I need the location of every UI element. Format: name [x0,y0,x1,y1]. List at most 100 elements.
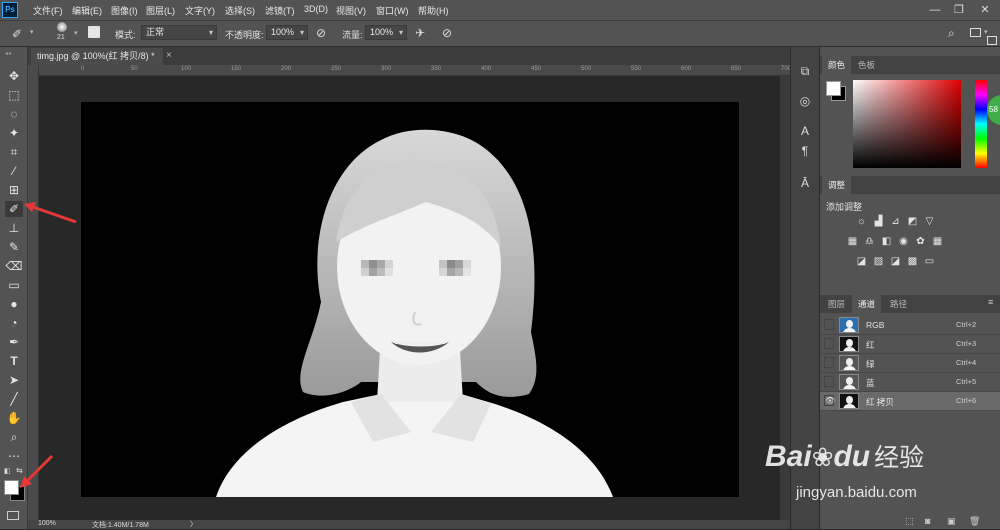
exposure-icon[interactable]: ◩ [907,216,918,227]
restore-button[interactable]: ❐ [948,2,970,18]
menu-image[interactable]: 图像(I) [111,4,138,17]
menu-window[interactable]: 窗口(W) [376,4,409,17]
opacity-pressure-icon[interactable]: ⊘ [316,26,326,40]
menu-layer[interactable]: 图层(L) [146,4,175,17]
threshold-icon[interactable]: ◪ [890,256,901,267]
properties-panel-icon[interactable]: ◎ [797,93,813,109]
toolbar-collapse-icon[interactable]: ◂◂ [5,50,11,57]
share-icon[interactable] [987,36,997,45]
channel-row[interactable]: RGB Ctrl+2 [820,316,1000,335]
marquee-tool-icon[interactable]: ⬚ [5,87,23,103]
blur-tool-icon[interactable]: ● [5,296,23,312]
tab-color[interactable]: 颜色 [822,56,852,74]
levels-icon[interactable]: ▟ [873,216,884,227]
menu-help[interactable]: 帮助(H) [418,4,449,17]
color-balance-icon[interactable]: ♎ [864,236,875,247]
line-tool-icon[interactable]: ╱ [5,391,23,407]
document-tab[interactable]: timg.jpg @ 100%(红 拷贝/8) * [31,48,163,65]
opacity-input[interactable]: 100% ▾ [266,25,308,40]
close-window-button[interactable]: ✕ [974,2,996,18]
menu-type[interactable]: 文字(Y) [185,4,215,17]
panel-foreground-swatch[interactable] [826,81,841,96]
zoom-level[interactable]: 100% [38,520,56,527]
eyedropper-tool-icon[interactable]: ⁄ [5,163,23,179]
eraser-tool-icon[interactable]: ⌫ [5,258,23,274]
airbrush-icon[interactable]: ✈ [415,26,425,40]
history-panel-icon[interactable]: ⧉ [797,63,813,79]
mode-select[interactable]: 正常 ▾ [141,25,217,40]
menu-edit[interactable]: 编辑(E) [72,4,102,17]
character-panel-icon[interactable]: A [797,123,813,139]
vibrance-icon[interactable]: ▽ [924,216,935,227]
visibility-eye-icon[interactable] [824,376,834,387]
color-lookup-icon[interactable]: ▦ [932,236,943,247]
channel-row[interactable]: 红 Ctrl+3 [820,335,1000,354]
load-selection-icon[interactable]: ⬚ [905,516,914,527]
menu-filter[interactable]: 滤镜(T) [265,4,295,17]
posterize-icon[interactable]: ▨ [873,256,884,267]
visibility-eye-icon[interactable]: 👁 [824,395,835,406]
tab-channels[interactable]: 通道 [852,295,882,313]
menu-select[interactable]: 选择(S) [225,4,255,17]
photo-filter-icon[interactable]: ◉ [898,236,909,247]
channel-row[interactable]: 蓝 Ctrl+5 [820,373,1000,392]
gradient-tool-icon[interactable]: ▭ [5,277,23,293]
search-icon[interactable]: ⌕ [948,26,955,41]
hue-slider[interactable] [975,80,987,168]
tab-layers[interactable]: 图层 [822,295,851,313]
color-field[interactable] [853,80,961,168]
brush-tool-preset-icon[interactable]: ✐ [12,27,22,41]
gradient-map-icon[interactable]: ▭ [924,256,935,267]
channel-row[interactable]: 👁 红 拷贝 Ctrl+6 [820,392,1000,411]
default-colors-icon[interactable]: ◧ [4,467,11,475]
flow-input[interactable]: 100% ▾ [365,25,407,40]
hand-tool-icon[interactable]: ✋ [5,410,23,426]
tab-adjustments[interactable]: 调整 [822,176,852,194]
history-brush-tool-icon[interactable]: ✎ [5,239,23,255]
close-tab-button[interactable]: × [166,50,172,61]
channel-mixer-icon[interactable]: ✿ [915,236,926,247]
dodge-tool-icon[interactable]: ◔ [5,315,23,331]
workspace-icon[interactable] [970,28,981,37]
minimize-button[interactable]: — [924,2,946,18]
lasso-tool-icon[interactable]: ◌ [5,106,23,122]
visibility-eye-icon[interactable] [824,357,834,368]
type-tool-icon[interactable]: T [5,353,23,369]
menu-view[interactable]: 视图(V) [336,4,366,17]
workspace-caret-icon[interactable]: ▾ [984,28,988,36]
brush-picker-caret-icon[interactable]: ▾ [74,29,78,37]
document-image[interactable] [81,102,739,497]
menu-file[interactable]: 文件(F) [33,4,63,17]
move-tool-icon[interactable]: ✥ [5,68,23,84]
brush-preview-icon[interactable] [57,22,67,32]
paragraph-panel-icon[interactable]: ¶ [797,143,813,159]
hue-saturation-icon[interactable]: ▦ [847,236,858,247]
quick-mask-icon[interactable] [7,511,19,520]
path-select-tool-icon[interactable]: ➤ [5,372,23,388]
brightness-contrast-icon[interactable]: ☼ [856,216,867,227]
delete-channel-icon[interactable]: 🗑 [969,516,980,527]
crop-tool-icon[interactable]: ⌗ [5,144,23,160]
status-menu-arrow-icon[interactable]: 〉 [190,519,197,529]
tab-paths[interactable]: 路径 [884,295,913,313]
invert-icon[interactable]: ◪ [856,256,867,267]
new-channel-icon[interactable]: ▣ [947,516,956,527]
black-white-icon[interactable]: ◧ [881,236,892,247]
visibility-eye-icon[interactable] [824,319,834,330]
magic-wand-tool-icon[interactable]: ✦ [5,125,23,141]
preset-dropdown-caret-icon[interactable]: ▾ [30,28,34,36]
glyphs-panel-icon[interactable]: Ā [797,175,813,191]
pen-tool-icon[interactable]: ✒ [5,334,23,350]
visibility-eye-icon[interactable] [824,338,834,349]
panel-menu-icon[interactable]: ≡ [988,297,993,307]
selective-color-icon[interactable]: ▩ [907,256,918,267]
brush-panel-toggle-icon[interactable] [88,26,100,38]
menu-3d[interactable]: 3D(D) [304,4,328,14]
channel-row[interactable]: 绿 Ctrl+4 [820,354,1000,373]
save-selection-icon[interactable]: ◙ [925,516,930,526]
curves-icon[interactable]: ⊿ [890,216,901,227]
size-pressure-icon[interactable]: ⊘ [442,26,452,40]
zoom-tool-icon[interactable]: ⌕ [5,429,23,445]
healing-tool-icon[interactable]: ⊞ [5,182,23,198]
tab-swatches[interactable]: 色板 [852,56,881,74]
